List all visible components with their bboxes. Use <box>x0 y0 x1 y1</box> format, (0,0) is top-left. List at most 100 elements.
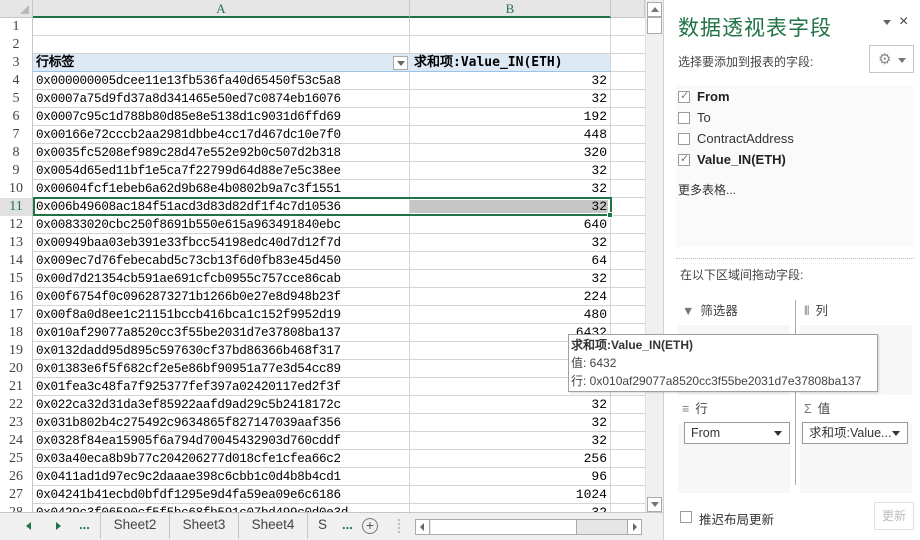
horizontal-scroll-thumb[interactable] <box>431 520 577 534</box>
cell-empty[interactable] <box>611 144 645 162</box>
cell-empty[interactable] <box>611 396 645 414</box>
rows-field-from[interactable]: From <box>684 422 790 444</box>
cell-address[interactable]: 0x0035fc5208ef989c28d47e552e92b0c507d2b3… <box>33 144 410 162</box>
column-header-b[interactable]: B <box>410 0 611 18</box>
row-number[interactable]: 2 <box>0 36 33 54</box>
row-number[interactable]: 14 <box>0 252 33 270</box>
cell-empty[interactable] <box>611 162 645 180</box>
row-number[interactable]: 13 <box>0 234 33 252</box>
cell-address[interactable]: 0x0132dadd95d895c597630cf37bd86366b468f3… <box>33 342 410 360</box>
cell-address[interactable]: 0x010af29077a8520cc3f55be2031d7e37808ba1… <box>33 324 410 342</box>
cell-address[interactable]: 0x01383e6f5f682cf2e5e86bf90951a77e3d54cc… <box>33 360 410 378</box>
checkbox-value-in-eth[interactable] <box>678 152 690 166</box>
row-labels-header[interactable]: 行标签 <box>33 54 410 72</box>
row-number[interactable]: 12 <box>0 216 33 234</box>
tab-sheet4[interactable]: Sheet4 <box>238 513 307 539</box>
row-number[interactable]: 3 <box>0 54 33 72</box>
cell-address[interactable]: 0x03a40eca8b9b77c204206277d018cfe1cfea66… <box>33 450 410 468</box>
row-number[interactable]: 20 <box>0 360 33 378</box>
cell-address[interactable]: 0x0328f84ea15905f6a794d70045432903d760cd… <box>33 432 410 450</box>
cell-value[interactable]: 640 <box>410 216 611 234</box>
cell-value[interactable]: 448 <box>410 126 611 144</box>
pane-options-dropdown-icon[interactable] <box>883 20 891 25</box>
row-number[interactable]: 9 <box>0 162 33 180</box>
row-number[interactable]: 28 <box>0 504 33 512</box>
cell-address[interactable]: 0x00166e72cccb2aa2981dbbe4cc17d467dc10e7… <box>33 126 410 144</box>
cell-empty[interactable] <box>611 18 645 36</box>
cell-empty[interactable] <box>611 108 645 126</box>
cell-address[interactable]: 0x00949baa03eb391e33fbcc54198edc40d7d12f… <box>33 234 410 252</box>
cell-address[interactable]: 0x00f6754f0c0962873271b1266b0e27e8d948b2… <box>33 288 410 306</box>
cell-empty[interactable] <box>611 414 645 432</box>
row-labels-filter-dropdown-icon[interactable] <box>393 56 408 70</box>
cell-value[interactable]: 32 <box>410 396 611 414</box>
defer-checkbox[interactable] <box>680 511 692 523</box>
more-tables-link[interactable]: 更多表格... <box>678 181 736 198</box>
row-number[interactable]: 5 <box>0 90 33 108</box>
cell-value[interactable]: 192 <box>410 108 611 126</box>
cell-value[interactable]: 32 <box>410 72 611 90</box>
cell-address[interactable]: 0x009ec7d76febecabd5c73cb13f6d0fb83e45d4… <box>33 252 410 270</box>
vertical-scrollbar[interactable] <box>645 0 663 512</box>
cell-empty[interactable] <box>611 234 645 252</box>
cell-address[interactable]: 0x00833020cbc250f8691b550e615a963491840e… <box>33 216 410 234</box>
cell-address[interactable]: 0x00f8a0d8ee1c21151bccb416bca1c152f9952d… <box>33 306 410 324</box>
scroll-right-arrow-icon[interactable] <box>627 520 641 534</box>
scroll-left-arrow-icon[interactable] <box>416 520 430 534</box>
cell-value[interactable]: 32 <box>410 270 611 288</box>
area-values[interactable]: Σ值 求和项:Value... <box>800 398 912 493</box>
cell-address[interactable]: 0x00d7d21354cb591ae691cfcb0955c757cce86c… <box>33 270 410 288</box>
cell-empty[interactable] <box>611 198 645 216</box>
checkbox-to[interactable] <box>678 112 690 124</box>
cell-empty[interactable] <box>611 180 645 198</box>
cell-empty[interactable] <box>611 450 645 468</box>
column-header-a[interactable]: A <box>33 0 410 18</box>
cell-address[interactable]: 0x031b802b4c275492c9634865f827147039aaf3… <box>33 414 410 432</box>
row-number[interactable]: 19 <box>0 342 33 360</box>
cell-address[interactable]: 0x000000005dcee11e13fb536fa40d65450f53c5… <box>33 72 410 90</box>
cell-empty[interactable] <box>611 306 645 324</box>
tab-sheet2[interactable]: Sheet2 <box>100 513 169 539</box>
cell-empty[interactable] <box>611 90 645 108</box>
cell-value[interactable]: 96 <box>410 468 611 486</box>
row-number[interactable]: 1 <box>0 18 33 36</box>
row-number[interactable]: 10 <box>0 180 33 198</box>
cell-value[interactable]: 32 <box>410 234 611 252</box>
cell-address[interactable] <box>33 18 410 36</box>
cell-empty[interactable] <box>611 468 645 486</box>
row-number[interactable]: 15 <box>0 270 33 288</box>
tab-sheet-truncated[interactable]: S <box>307 513 337 539</box>
cell-empty[interactable] <box>611 36 645 54</box>
row-number[interactable]: 21 <box>0 378 33 396</box>
cell-address[interactable]: 0x0007c95c1d788b80d85e8e5138d1c9031d6ffd… <box>33 108 410 126</box>
cell-empty[interactable] <box>611 54 645 72</box>
column-header-c[interactable] <box>611 0 645 18</box>
hidden-sheets-left-button[interactable]: ... <box>79 517 90 532</box>
cell-address[interactable]: 0x0007a75d9fd37a8d341465e50ed7c0874eb160… <box>33 90 410 108</box>
checkbox-from[interactable] <box>678 89 690 103</box>
scroll-down-arrow-icon[interactable] <box>647 497 662 512</box>
cell-value[interactable] <box>410 18 611 36</box>
cell-value[interactable]: 224 <box>410 288 611 306</box>
sum-value-header[interactable]: 求和项:Value_IN(ETH) <box>410 54 611 72</box>
vertical-scroll-thumb[interactable] <box>647 17 662 34</box>
row-number[interactable]: 17 <box>0 306 33 324</box>
row-number[interactable]: 8 <box>0 144 33 162</box>
cell-address[interactable]: 0x0429c3f06590cf5f5bc68fb591c07bd499c0d0… <box>33 504 410 512</box>
cell-value[interactable]: 32 <box>410 180 611 198</box>
prev-sheet-arrow-icon[interactable] <box>26 522 31 530</box>
field-layout-settings-button[interactable]: ⚙ <box>869 45 914 73</box>
cell-value[interactable]: 1024 <box>410 486 611 504</box>
row-number[interactable]: 16 <box>0 288 33 306</box>
row-number[interactable]: 7 <box>0 126 33 144</box>
checkbox-contractaddress[interactable] <box>678 133 690 145</box>
cell-value[interactable]: 32 <box>410 90 611 108</box>
cell-value[interactable]: 32 <box>410 162 611 180</box>
row-number[interactable]: 6 <box>0 108 33 126</box>
cell-empty[interactable] <box>611 72 645 90</box>
row-number[interactable]: 22 <box>0 396 33 414</box>
tab-sheet3[interactable]: Sheet3 <box>169 513 238 539</box>
close-icon[interactable]: × <box>899 13 908 31</box>
cell-value[interactable]: 32 <box>410 198 611 216</box>
next-sheet-arrow-icon[interactable] <box>56 522 61 530</box>
